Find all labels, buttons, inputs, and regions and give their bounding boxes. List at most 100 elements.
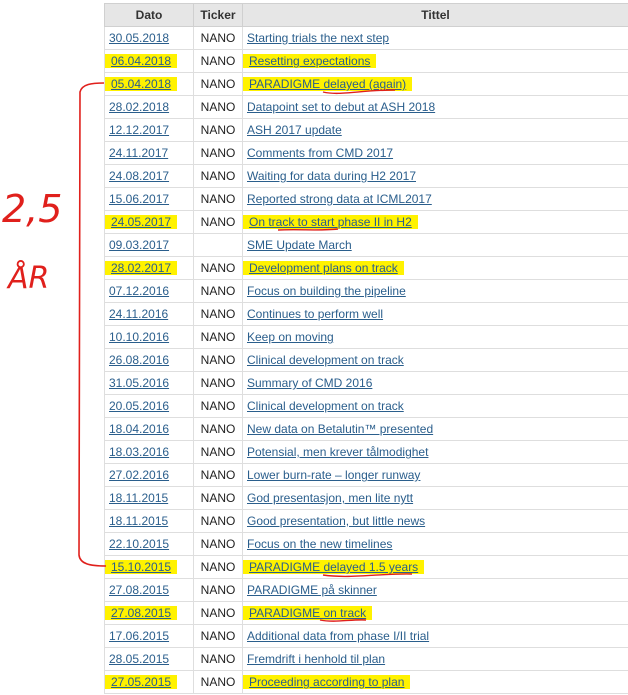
title-link[interactable]: Resetting expectations [243, 54, 377, 68]
ticker-cell: NANO [193, 486, 243, 510]
table-row: 27.05.2015 NANO Proceeding according to pl… [104, 670, 628, 694]
title-link[interactable]: New data on Betalutin™ presented [247, 422, 433, 436]
title-link[interactable]: Good presentation, but little news [247, 514, 425, 528]
column-header-ticker[interactable]: Ticker [193, 3, 243, 27]
title-cell: Summary of CMD 2016 [242, 371, 628, 395]
date-link[interactable]: 12.12.2017 [109, 123, 169, 137]
title-cell: Focus on building the pipeline [242, 279, 628, 303]
title-link[interactable]: Summary of CMD 2016 [247, 376, 372, 390]
title-link[interactable]: PARADIGME on track [243, 606, 373, 620]
title-cell: Proceeding according to plan [242, 670, 628, 694]
title-link[interactable]: PARADIGME på skinner [247, 583, 377, 597]
date-link[interactable]: 28.02.2017 [105, 261, 178, 275]
column-header-title[interactable]: Tittel [242, 3, 628, 27]
title-link[interactable]: God presentasjon, men lite nytt [247, 491, 413, 505]
title-link[interactable]: Focus on building the pipeline [247, 284, 406, 298]
title-link[interactable]: Fremdrift i henhold til plan [247, 652, 385, 666]
date-link[interactable]: 24.11.2016 [109, 307, 168, 321]
title-link[interactable]: Development plans on track [243, 261, 404, 275]
title-link[interactable]: Reported strong data at ICML2017 [247, 192, 432, 206]
date-link[interactable]: 09.03.2017 [109, 238, 169, 252]
title-cell: Datapoint set to debut at ASH 2018 [242, 95, 628, 119]
title-link[interactable]: ASH 2017 update [247, 123, 342, 137]
date-link[interactable]: 26.08.2016 [109, 353, 169, 367]
table-body: 30.05.2018 NANO Starting trials the next s… [104, 26, 628, 694]
date-cell: 07.12.2016 [104, 279, 194, 303]
date-link[interactable]: 27.05.2015 [105, 675, 178, 689]
date-link[interactable]: 24.05.2017 [105, 215, 178, 229]
date-link[interactable]: 07.12.2016 [109, 284, 169, 298]
ticker-cell: NANO [193, 118, 243, 142]
ticker-cell: NANO [193, 394, 243, 418]
table-row: 28.02.2018 NANO Datapoint set to debut at … [104, 95, 628, 119]
title-cell: Starting trials the next step [242, 26, 628, 50]
title-link[interactable]: Lower burn-rate – longer runway [247, 468, 420, 482]
date-link[interactable]: 28.05.2015 [109, 652, 169, 666]
date-link[interactable]: 18.11.2015 [109, 491, 168, 505]
title-link[interactable]: PARADIGME delayed (again) [243, 77, 413, 91]
title-cell: Good presentation, but little news [242, 509, 628, 533]
title-link[interactable]: Potensial, men krever tålmodighet [247, 445, 428, 459]
title-link[interactable]: Waiting for data during H2 2017 [247, 169, 416, 183]
ticker-cell: NANO [193, 463, 243, 487]
title-link[interactable]: Continues to perform well [247, 307, 383, 321]
table-row: 27.08.2015 NANO PARADIGME på skinner [104, 578, 628, 602]
title-link[interactable]: Clinical development on track [247, 399, 404, 413]
date-cell: 24.05.2017 [104, 210, 194, 234]
date-link[interactable]: 24.08.2017 [109, 169, 169, 183]
date-link[interactable]: 18.11.2015 [109, 514, 168, 528]
date-cell: 24.11.2017 [104, 141, 194, 165]
table-row: 31.05.2016 NANO Summary of CMD 2016 [104, 371, 628, 395]
date-link[interactable]: 28.02.2018 [109, 100, 169, 114]
date-link[interactable]: 31.05.2016 [109, 376, 169, 390]
ticker-cell: NANO [193, 578, 243, 602]
date-link[interactable]: 24.11.2017 [109, 146, 168, 160]
date-link[interactable]: 06.04.2018 [105, 54, 178, 68]
title-link[interactable]: Focus on the new timelines [247, 537, 392, 551]
ticker-cell: NANO [193, 49, 243, 73]
ticker-cell: NANO [193, 417, 243, 441]
column-header-date[interactable]: Dato [104, 3, 194, 27]
table-row: 07.12.2016 NANO Focus on building the pipe… [104, 279, 628, 303]
title-link[interactable]: Starting trials the next step [247, 31, 389, 45]
title-link[interactable]: Keep on moving [247, 330, 334, 344]
ticker-cell: NANO [193, 164, 243, 188]
table-row: 28.02.2017 NANO Development plans on track [104, 256, 628, 280]
title-link[interactable]: On track to start phase II in H2 [243, 215, 418, 229]
ticker-cell: NANO [193, 141, 243, 165]
title-cell: New data on Betalutin™ presented [242, 417, 628, 441]
date-link[interactable]: 15.06.2017 [109, 192, 169, 206]
title-link[interactable]: SME Update March [247, 238, 352, 252]
title-link[interactable]: Clinical development on track [247, 353, 404, 367]
date-link[interactable]: 15.10.2015 [105, 560, 178, 574]
date-link[interactable]: 10.10.2016 [109, 330, 169, 344]
title-cell: Keep on moving [242, 325, 628, 349]
date-cell: 28.05.2015 [104, 647, 194, 671]
ticker-cell: NANO [193, 302, 243, 326]
title-link[interactable]: Datapoint set to debut at ASH 2018 [247, 100, 435, 114]
date-link[interactable]: 20.05.2016 [109, 399, 169, 413]
date-cell: 09.03.2017 [104, 233, 194, 257]
date-link[interactable]: 27.02.2016 [109, 468, 169, 482]
date-link[interactable]: 27.08.2015 [109, 583, 169, 597]
table-row: 17.06.2015 NANO Additional data from phase… [104, 624, 628, 648]
date-link[interactable]: 05.04.2018 [105, 77, 178, 91]
ticker-cell: NANO [193, 72, 243, 96]
title-cell: Clinical development on track [242, 348, 628, 372]
ticker-cell [193, 233, 243, 257]
title-cell: God presentasjon, men lite nytt [242, 486, 628, 510]
date-link[interactable]: 30.05.2018 [109, 31, 169, 45]
title-link[interactable]: PARADIGME delayed 1.5 years [243, 560, 425, 574]
date-link[interactable]: 17.06.2015 [109, 629, 169, 643]
date-link[interactable]: 18.03.2016 [109, 445, 169, 459]
title-link[interactable]: Proceeding according to plan [243, 675, 411, 689]
table-row: 18.04.2016 NANO New data on Betalutin™ pre… [104, 417, 628, 441]
date-link[interactable]: 18.04.2016 [109, 422, 169, 436]
ticker-cell: NANO [193, 210, 243, 234]
date-link[interactable]: 27.08.2015 [105, 606, 178, 620]
title-cell: On track to start phase II in H2 [242, 210, 628, 234]
title-link[interactable]: Comments from CMD 2017 [247, 146, 393, 160]
title-link[interactable]: Additional data from phase I/II trial [247, 629, 429, 643]
ticker-cell: NANO [193, 95, 243, 119]
date-link[interactable]: 22.10.2015 [109, 537, 169, 551]
